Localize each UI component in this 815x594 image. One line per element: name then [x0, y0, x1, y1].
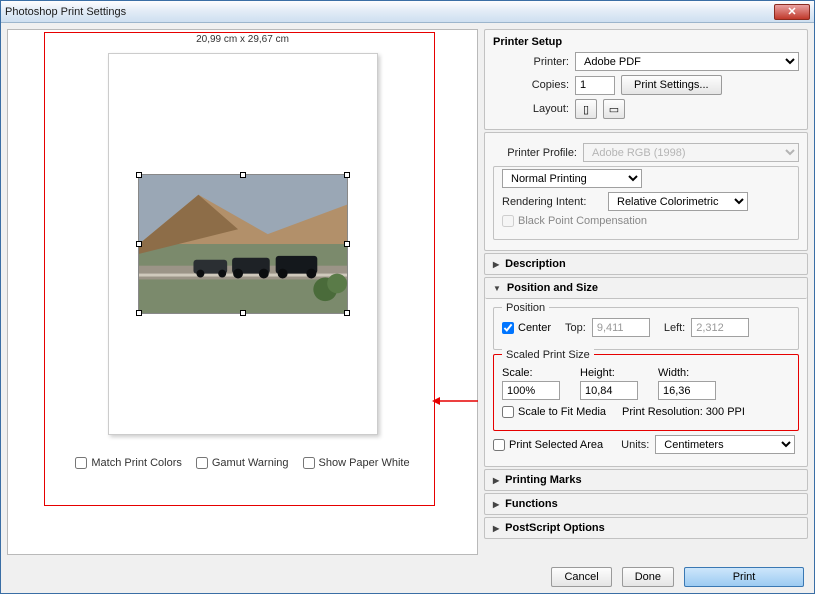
- center-checkbox[interactable]: Center: [502, 322, 551, 334]
- printer-select[interactable]: Adobe PDF: [575, 52, 799, 71]
- layout-portrait-button[interactable]: ▯: [575, 99, 597, 119]
- cancel-button[interactable]: Cancel: [551, 567, 611, 587]
- print-selected-area-checkbox[interactable]: Print Selected Area: [493, 439, 603, 451]
- position-legend: Position: [502, 302, 549, 314]
- units-select[interactable]: Centimeters: [655, 435, 795, 454]
- resize-handle[interactable]: [136, 241, 142, 247]
- width-label: Width:: [658, 367, 716, 379]
- rendering-intent-label: Rendering Intent:: [502, 196, 602, 208]
- resize-handle[interactable]: [136, 172, 142, 178]
- position-size-panel: ▼ Position and Size Position Center Top:…: [484, 277, 808, 467]
- printer-setup-title: Printer Setup: [493, 36, 799, 48]
- preview-options: Match Print Colors Gamut Warning Show Pa…: [75, 457, 409, 469]
- landscape-photo-icon: [139, 175, 347, 313]
- top-label: Top:: [565, 322, 586, 334]
- description-section-header[interactable]: ▶ Description: [484, 253, 808, 275]
- done-button[interactable]: Done: [622, 567, 674, 587]
- chevron-right-icon: ▶: [493, 524, 499, 533]
- match-print-colors-checkbox[interactable]: Match Print Colors: [75, 457, 181, 469]
- close-icon: ✕: [787, 5, 796, 18]
- scale-label: Scale:: [502, 367, 560, 379]
- functions-header[interactable]: ▶ Functions: [484, 493, 808, 515]
- width-input[interactable]: [658, 381, 716, 400]
- printer-setup-panel: Printer Setup Printer: Adobe PDF Copies:…: [484, 29, 808, 130]
- print-button[interactable]: Print: [684, 567, 804, 587]
- color-management-panel: Printer Profile: Adobe RGB (1998) Normal…: [484, 132, 808, 251]
- preview-pane: 20,99 cm x 29,67 cm: [7, 29, 478, 555]
- printer-profile-label: Printer Profile:: [493, 147, 577, 159]
- resize-handle[interactable]: [240, 310, 246, 316]
- print-settings-window: Photoshop Print Settings ✕ 20,99 cm x 29…: [0, 0, 815, 594]
- height-label: Height:: [580, 367, 638, 379]
- left-input: [691, 318, 749, 337]
- units-label: Units:: [621, 439, 649, 451]
- titlebar: Photoshop Print Settings ✕: [1, 1, 814, 23]
- scaled-print-size-legend: Scaled Print Size: [502, 349, 594, 361]
- gamut-warning-checkbox[interactable]: Gamut Warning: [196, 457, 289, 469]
- printing-mode-select[interactable]: Normal Printing: [502, 169, 642, 188]
- print-resolution-text: Print Resolution: 300 PPI: [622, 406, 745, 418]
- scale-to-fit-checkbox[interactable]: Scale to Fit Media: [502, 406, 606, 418]
- window-title: Photoshop Print Settings: [5, 6, 126, 18]
- copies-input[interactable]: [575, 76, 615, 95]
- copies-label: Copies:: [493, 79, 569, 91]
- rendering-group: Normal Printing Rendering Intent: Relati…: [493, 166, 799, 240]
- paper-preview: [108, 53, 378, 435]
- position-group: Position Center Top: Left:: [493, 307, 799, 350]
- rendering-intent-select[interactable]: Relative Colorimetric: [608, 192, 748, 211]
- resize-handle[interactable]: [240, 172, 246, 178]
- printer-label: Printer:: [493, 56, 569, 68]
- left-label: Left:: [664, 322, 685, 334]
- print-settings-button[interactable]: Print Settings...: [621, 75, 722, 95]
- resize-handle[interactable]: [344, 241, 350, 247]
- close-button[interactable]: ✕: [774, 4, 810, 20]
- portrait-icon: ▯: [583, 103, 589, 116]
- landscape-icon: ▭: [609, 103, 619, 116]
- position-size-header[interactable]: ▼ Position and Size: [485, 278, 807, 299]
- scale-input[interactable]: [502, 381, 560, 400]
- layout-label: Layout:: [493, 103, 569, 115]
- resize-handle[interactable]: [344, 172, 350, 178]
- top-input: [592, 318, 650, 337]
- layout-landscape-button[interactable]: ▭: [603, 99, 625, 119]
- page-dimensions: 20,99 cm x 29,67 cm: [196, 34, 289, 45]
- chevron-right-icon: ▶: [493, 260, 499, 269]
- printing-marks-header[interactable]: ▶ Printing Marks: [484, 469, 808, 491]
- height-input[interactable]: [580, 381, 638, 400]
- chevron-down-icon: ▼: [493, 284, 501, 293]
- black-point-checkbox: Black Point Compensation: [502, 215, 647, 227]
- chevron-right-icon: ▶: [493, 476, 499, 485]
- postscript-header[interactable]: ▶ PostScript Options: [484, 517, 808, 539]
- printer-profile-select: Adobe RGB (1998): [583, 143, 799, 162]
- dialog-footer: Cancel Done Print: [1, 561, 814, 593]
- show-paper-white-checkbox[interactable]: Show Paper White: [303, 457, 410, 469]
- scaled-print-size-group: Scaled Print Size Scale: Height:: [493, 354, 799, 431]
- settings-pane: Printer Setup Printer: Adobe PDF Copies:…: [484, 29, 808, 555]
- resize-handle[interactable]: [136, 310, 142, 316]
- image-preview[interactable]: [138, 174, 348, 314]
- chevron-right-icon: ▶: [493, 500, 499, 509]
- resize-handle[interactable]: [344, 310, 350, 316]
